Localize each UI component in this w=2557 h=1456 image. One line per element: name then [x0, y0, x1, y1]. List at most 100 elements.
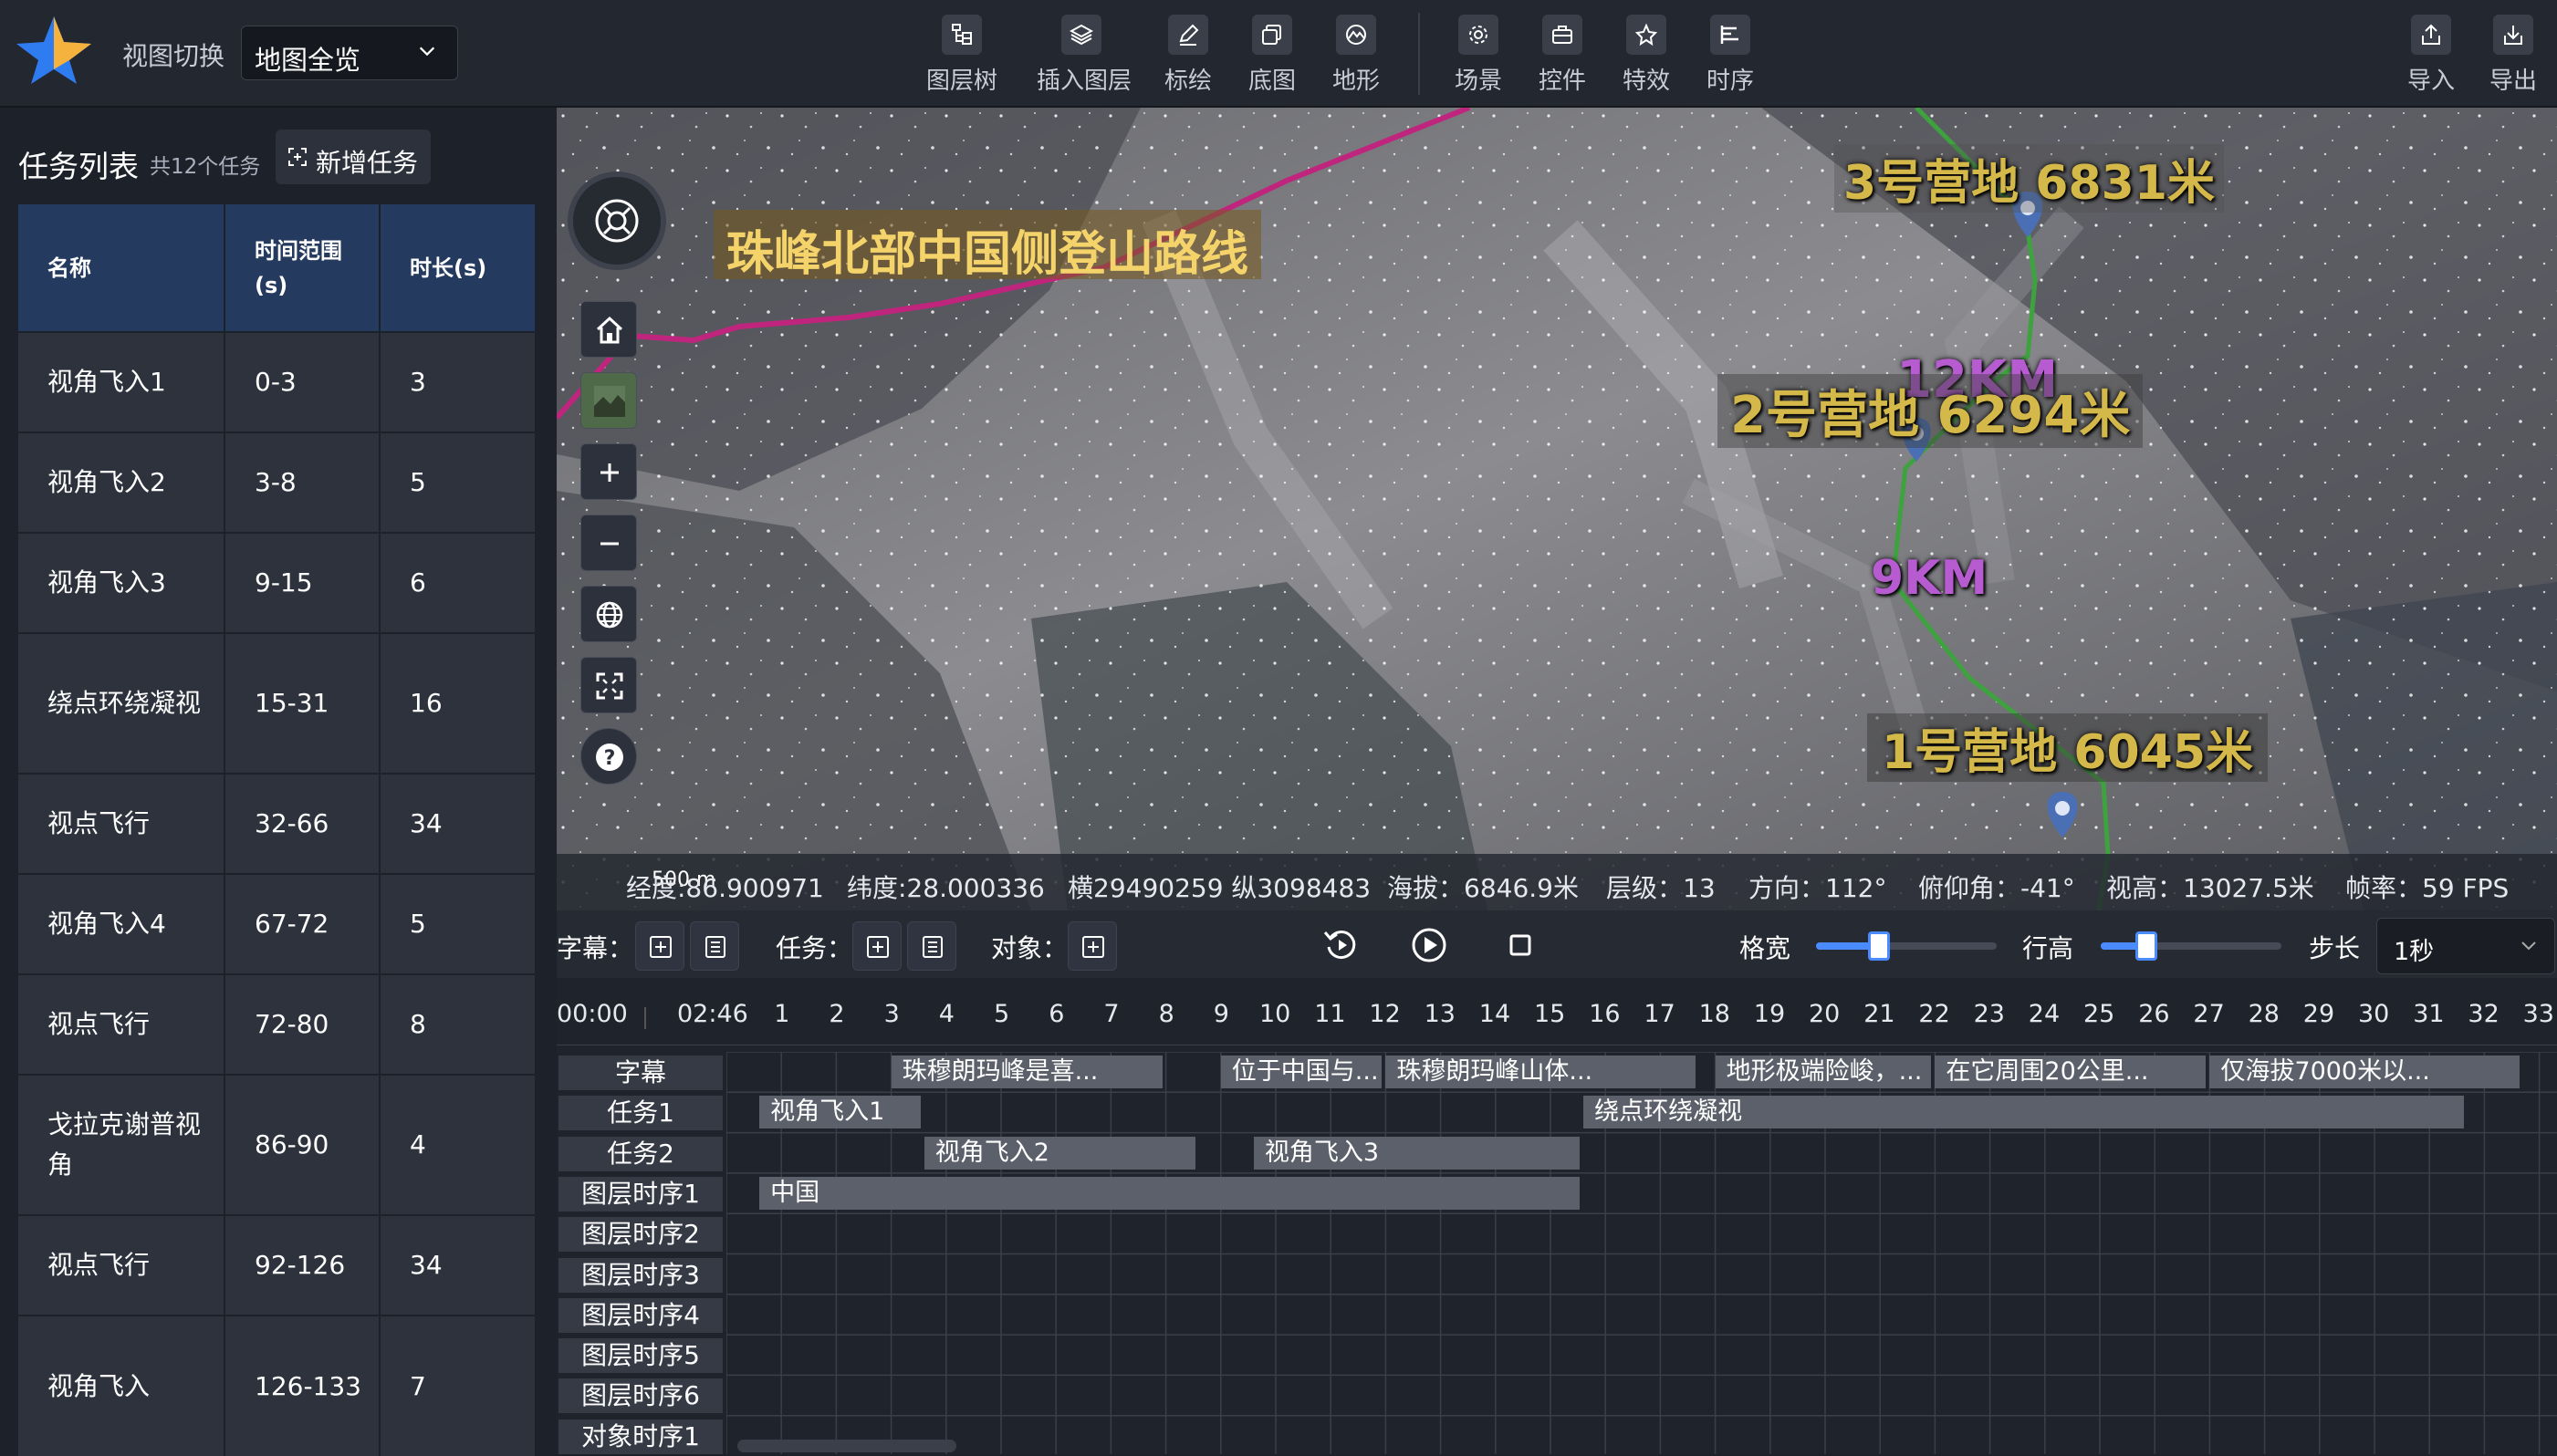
- task-name-cell: 视角飞入4: [18, 873, 225, 974]
- toolbar-layer-tree[interactable]: 图层树: [918, 15, 1006, 99]
- toolbar-control[interactable]: 控件: [1519, 15, 1606, 99]
- row-height-slider[interactable]: [2101, 931, 2281, 961]
- timeline-clip[interactable]: 中国: [759, 1176, 1581, 1210]
- task-row[interactable]: 视角飞入4 67-72 5: [18, 873, 537, 974]
- step-select[interactable]: 1秒: [2376, 918, 2555, 974]
- ruler-tick: 24: [2028, 1000, 2061, 1028]
- column-header-name[interactable]: 名称: [18, 204, 225, 332]
- ruler-tick: 3: [883, 1000, 900, 1028]
- control-icon: [1542, 15, 1582, 55]
- timeline-clip[interactable]: 珠穆朗玛峰是喜...: [891, 1056, 1163, 1088]
- track-label[interactable]: 字幕: [558, 1056, 723, 1090]
- task-row[interactable]: 视角飞入1 0-3 3: [18, 331, 537, 432]
- task-range-cell: 67-72: [224, 873, 381, 974]
- timeline-clip[interactable]: 位于中国与...: [1220, 1056, 1383, 1088]
- import-button[interactable]: 导入: [2387, 15, 2475, 99]
- task-row[interactable]: 视点飞行 32-66 34: [18, 773, 537, 874]
- toolbar-scene[interactable]: 场景: [1435, 15, 1522, 99]
- grid-width-slider[interactable]: [1816, 931, 1997, 961]
- toolbar-draw[interactable]: 标绘: [1144, 15, 1232, 99]
- track-label[interactable]: 图层时序3: [558, 1257, 723, 1293]
- track-label[interactable]: 对象时序1: [558, 1419, 723, 1454]
- home-button[interactable]: [580, 301, 637, 358]
- subtitle-list-button[interactable]: [690, 921, 739, 971]
- timeline-clip[interactable]: 绕点环绕凝视: [1583, 1096, 2465, 1129]
- add-subtitle-button[interactable]: [635, 921, 684, 971]
- toolbar-basemap[interactable]: 底图: [1228, 15, 1316, 99]
- basemap-thumbnail-button[interactable]: [580, 372, 637, 429]
- compass-control[interactable]: [568, 172, 666, 270]
- task-row[interactable]: 视点飞行 72-80 8: [18, 973, 537, 1075]
- replay-icon[interactable]: [1320, 923, 1363, 967]
- subtitle-label: 字幕：: [557, 933, 634, 963]
- track-label[interactable]: 任务2: [558, 1136, 723, 1171]
- map-view[interactable]: 珠峰北部中国侧登山路线 3号营地 6831米 12KM 2号营地 6294米 9…: [557, 108, 2557, 910]
- task-table-header: 名称 时间范围(s) 时长(s): [18, 204, 537, 332]
- timeline-horizontal-scrollbar[interactable]: [737, 1440, 956, 1452]
- task-duration-cell: 8: [380, 973, 537, 1075]
- task-range-cell: 72-80: [224, 973, 381, 1075]
- globe-view-button[interactable]: [580, 586, 637, 642]
- altitude-readout: 海拔：6846.9米: [1387, 873, 1579, 903]
- task-duration-cell: 6: [380, 532, 537, 633]
- task-list-button[interactable]: [907, 921, 956, 971]
- play-icon[interactable]: [1407, 923, 1451, 967]
- projection-readout: 横29490259 纵3098483: [1068, 873, 1372, 903]
- time-ruler[interactable]: 00:00 02:46 1 2 3 4 5 6 7 8 9 10 11 12 13 14 15 16 17 18 1…: [557, 983, 2557, 1045]
- task-row[interactable]: 视点飞行 92-126 34: [18, 1214, 537, 1316]
- column-header-duration[interactable]: 时长(s): [380, 204, 537, 332]
- task-row[interactable]: 视角飞入3 9-15 6: [18, 532, 537, 633]
- task-range-cell: 32-66: [224, 773, 381, 874]
- timeline-clip[interactable]: 仅海拔7000米以...: [2209, 1056, 2520, 1088]
- step-value: 1秒: [2394, 938, 2435, 966]
- ruler-tick: 1: [774, 1000, 790, 1028]
- timeline-clip[interactable]: 视角飞入3: [1253, 1136, 1581, 1170]
- toolbar-label: 时序: [1706, 68, 1754, 95]
- ruler-divider: [644, 1007, 646, 1029]
- task-count: 共12个任务: [150, 155, 261, 179]
- zoom-out-button[interactable]: [580, 515, 637, 571]
- timeline-clip[interactable]: 珠穆朗玛峰山体...: [1385, 1056, 1696, 1088]
- import-label: 导入: [2406, 68, 2455, 95]
- add-object-button[interactable]: [1068, 921, 1117, 971]
- help-button[interactable]: ?: [580, 728, 637, 785]
- toolbar-insert-layer[interactable]: 插入图层: [1037, 15, 1132, 99]
- task-row[interactable]: 绕点环绕凝视 15-31 16: [18, 632, 537, 774]
- track-label[interactable]: 图层时序5: [558, 1338, 723, 1374]
- timeline-clip[interactable]: 在它周围20公里...: [1935, 1056, 2207, 1088]
- fullscreen-button[interactable]: [580, 657, 637, 713]
- view-mode-select[interactable]: 地图全览: [241, 26, 458, 80]
- task-range-cell: 0-3: [224, 331, 381, 432]
- ruler-tick: 30: [2358, 1000, 2390, 1028]
- add-task-track-button[interactable]: [852, 921, 902, 971]
- fullscreen-icon: [596, 672, 623, 700]
- toolbar-effect[interactable]: 特效: [1602, 15, 1690, 99]
- track-label[interactable]: 图层时序4: [558, 1297, 723, 1333]
- camp-1-label: 1号营地 6045米: [1867, 713, 2269, 782]
- slider-knob[interactable]: [2134, 931, 2157, 961]
- ruler-tick: 32: [2468, 1000, 2500, 1028]
- task-row[interactable]: 视角飞入2 3-8 5: [18, 432, 537, 533]
- timeline-clip[interactable]: 地形极端险峻，...: [1715, 1056, 1932, 1088]
- ruler-tick: 13: [1424, 1000, 1456, 1028]
- toolbar-timeline[interactable]: 时序: [1686, 15, 1774, 99]
- column-header-range[interactable]: 时间范围(s): [224, 204, 381, 332]
- minus-icon: [600, 542, 619, 546]
- basemap-icon: [1252, 15, 1292, 55]
- slider-knob[interactable]: [1868, 931, 1891, 961]
- export-button[interactable]: 导出: [2469, 15, 2557, 99]
- zoom-in-button[interactable]: [580, 443, 637, 500]
- track-label[interactable]: 图层时序2: [558, 1217, 723, 1253]
- track-label[interactable]: 图层时序6: [558, 1378, 723, 1414]
- track-label[interactable]: 图层时序1: [558, 1176, 723, 1212]
- task-row[interactable]: 戈拉克谢普视角 86-90 4: [18, 1074, 537, 1215]
- task-row[interactable]: 视角飞入 126-133 7: [18, 1315, 537, 1456]
- timeline-clip[interactable]: 视角飞入2: [924, 1136, 1195, 1170]
- timeline-clip[interactable]: 视角飞入1: [759, 1096, 921, 1129]
- track-label[interactable]: 任务1: [558, 1096, 723, 1131]
- draw-icon: [1168, 15, 1208, 55]
- export-icon: [2493, 15, 2533, 55]
- add-task-button[interactable]: 新增任务: [276, 130, 431, 184]
- toolbar-terrain[interactable]: 地形: [1312, 15, 1400, 99]
- stop-icon[interactable]: [1498, 923, 1542, 967]
